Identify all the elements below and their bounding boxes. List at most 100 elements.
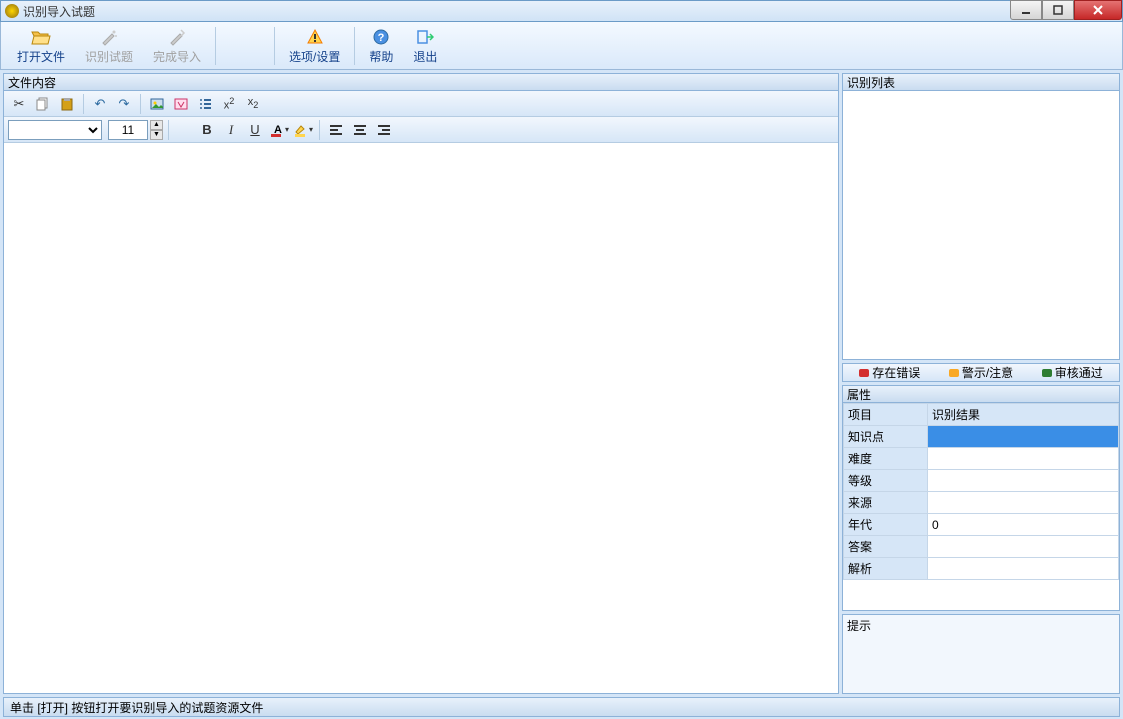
editor-toolbar-1: ✂ ↶ ↷ x2 x2 — [4, 91, 838, 117]
prop-val[interactable] — [928, 448, 1119, 470]
table-row[interactable]: 知识点 — [844, 426, 1119, 448]
options-button[interactable]: 选项/设置 — [279, 25, 350, 67]
paste-button[interactable] — [56, 93, 78, 115]
copy-icon — [36, 97, 50, 111]
highlight-icon — [293, 123, 308, 137]
prop-val[interactable] — [928, 558, 1119, 580]
prop-val[interactable]: 0 — [928, 514, 1119, 536]
align-center-button[interactable] — [349, 119, 371, 141]
align-left-button[interactable] — [325, 119, 347, 141]
dropdown-icon: ▾ — [309, 125, 313, 134]
image-button[interactable] — [146, 93, 168, 115]
font-color-icon: A — [269, 123, 284, 137]
italic-button[interactable]: I — [220, 119, 242, 141]
hint-header: 提示 — [843, 615, 1119, 636]
legend-warning-label: 警示/注意 — [962, 364, 1013, 381]
underline-icon: U — [250, 122, 259, 137]
align-right-button[interactable] — [373, 119, 395, 141]
col-item: 项目 — [844, 404, 928, 426]
green-dot-icon — [1042, 369, 1052, 377]
undo-icon: ↶ — [95, 96, 106, 112]
recognition-list[interactable] — [842, 91, 1120, 360]
highlight-button[interactable]: ▾ — [292, 119, 314, 141]
table-row[interactable]: 难度 — [844, 448, 1119, 470]
help-label: 帮助 — [369, 48, 393, 65]
table-row[interactable]: 来源 — [844, 492, 1119, 514]
editor-separator — [83, 94, 84, 114]
spinner-up-icon[interactable]: ▲ — [150, 120, 163, 130]
finish-import-button: 完成导入 — [143, 25, 211, 67]
close-button[interactable] — [1074, 0, 1122, 20]
recognize-button: 识别试题 — [75, 25, 143, 67]
maximize-button[interactable] — [1042, 0, 1074, 20]
toolbar-separator — [354, 27, 355, 65]
copy-button[interactable] — [32, 93, 54, 115]
bold-button[interactable]: B — [196, 119, 218, 141]
table-row[interactable]: 等级 — [844, 470, 1119, 492]
font-size-input[interactable] — [108, 120, 148, 140]
prop-key: 来源 — [844, 492, 928, 514]
image-icon — [150, 97, 164, 111]
undo-button[interactable]: ↶ — [89, 93, 111, 115]
file-content-header: 文件内容 — [3, 73, 839, 91]
hint-panel: 提示 — [842, 614, 1120, 694]
red-dot-icon — [859, 369, 869, 377]
spinner-down-icon[interactable]: ▼ — [150, 130, 163, 140]
subscript-button[interactable]: x2 — [242, 93, 264, 115]
minimize-button[interactable] — [1010, 0, 1042, 20]
cut-button[interactable]: ✂ — [8, 93, 30, 115]
recognize-label: 识别试题 — [85, 48, 133, 65]
col-result: 识别结果 — [928, 404, 1119, 426]
properties-blank — [843, 580, 1119, 610]
recognition-list-header: 识别列表 — [842, 73, 1120, 91]
prop-val[interactable] — [928, 426, 1119, 448]
statusbar-text: 单击 [打开] 按钮打开要识别导入的试题资源文件 — [10, 699, 263, 716]
help-button[interactable]: ? 帮助 — [359, 25, 403, 67]
editor-content[interactable] — [4, 143, 838, 693]
table-header-row: 项目 识别结果 — [844, 404, 1119, 426]
object-button[interactable] — [170, 93, 192, 115]
superscript-button[interactable]: x2 — [218, 93, 240, 115]
redo-button[interactable]: ↷ — [113, 93, 135, 115]
font-color-button[interactable]: A▾ — [268, 119, 290, 141]
prop-val[interactable] — [928, 492, 1119, 514]
align-right-icon — [377, 123, 391, 137]
font-size-spinner[interactable]: ▲ ▼ — [150, 120, 163, 140]
prop-val[interactable] — [928, 536, 1119, 558]
close-icon — [1092, 5, 1104, 15]
open-file-button[interactable]: 打开文件 — [7, 25, 75, 67]
maximize-icon — [1053, 5, 1063, 15]
editor-toolbar-2: ▲ ▼ B I U A▾ ▾ — [4, 117, 838, 143]
prop-key: 难度 — [844, 448, 928, 470]
prop-key: 年代 — [844, 514, 928, 536]
main-toolbar: 打开文件 识别试题 完成导入 选项/设置 ? 帮助 退出 — [0, 22, 1123, 70]
toolbar-separator — [215, 27, 216, 65]
table-row[interactable]: 解析 — [844, 558, 1119, 580]
status-legend: 存在错误 警示/注意 审核通过 — [842, 363, 1120, 382]
table-row[interactable]: 答案 — [844, 536, 1119, 558]
italic-icon: I — [229, 122, 233, 138]
exit-icon — [415, 27, 435, 47]
prop-key: 等级 — [844, 470, 928, 492]
svg-text:?: ? — [378, 32, 385, 44]
help-icon: ? — [371, 27, 391, 47]
paste-icon — [60, 97, 74, 111]
dropdown-icon: ▾ — [285, 125, 289, 134]
orange-dot-icon — [949, 369, 959, 377]
font-family-select[interactable] — [8, 120, 102, 140]
list-button[interactable] — [194, 93, 216, 115]
subscript-icon: x2 — [248, 96, 259, 110]
underline-button[interactable]: U — [244, 119, 266, 141]
prop-key: 解析 — [844, 558, 928, 580]
titlebar: 识别导入试题 — [0, 0, 1123, 22]
prop-key: 答案 — [844, 536, 928, 558]
window-title: 识别导入试题 — [23, 3, 95, 20]
warning-icon — [305, 27, 325, 47]
finish-import-label: 完成导入 — [153, 48, 201, 65]
editor-area: ✂ ↶ ↷ x2 x2 ▲ ▼ — [3, 91, 839, 694]
app-icon — [5, 4, 19, 18]
exit-button[interactable]: 退出 — [403, 25, 447, 67]
prop-key: 知识点 — [844, 426, 928, 448]
prop-val[interactable] — [928, 470, 1119, 492]
table-row[interactable]: 年代0 — [844, 514, 1119, 536]
